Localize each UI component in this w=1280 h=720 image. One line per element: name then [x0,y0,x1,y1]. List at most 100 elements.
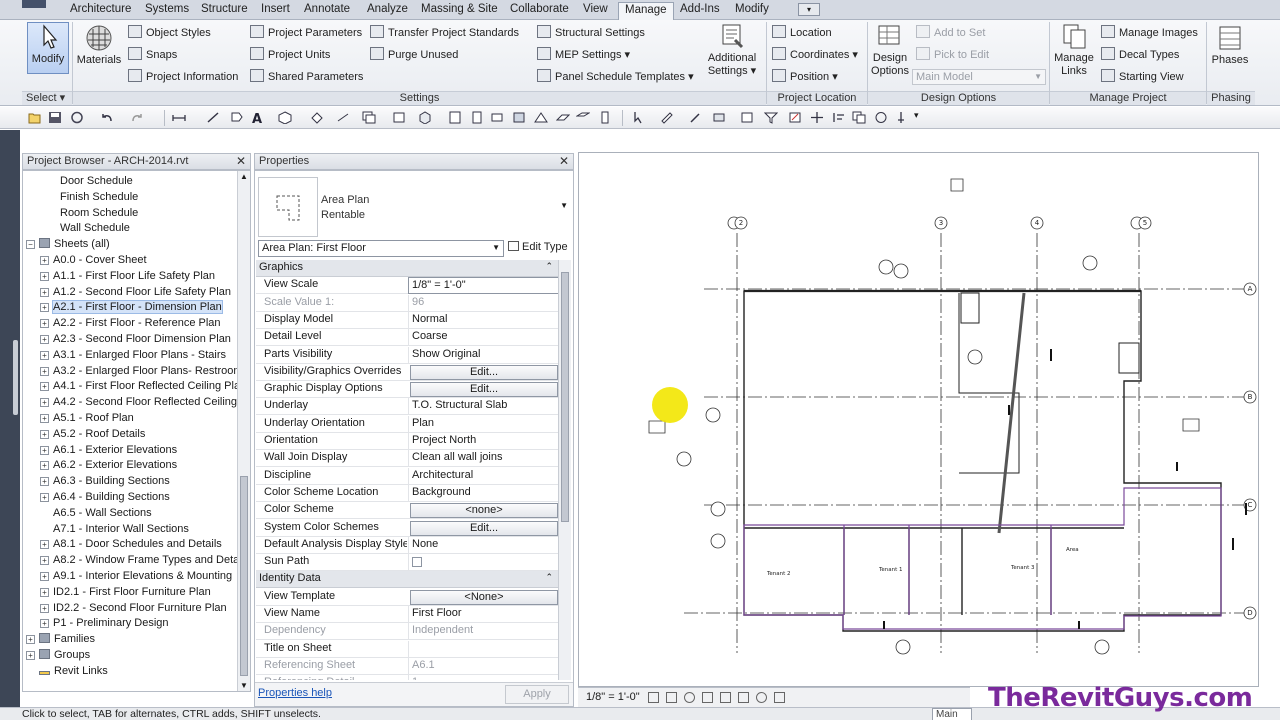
edit-type-button[interactable]: Edit Type [508,241,568,253]
expand-icon[interactable]: + [40,256,49,265]
text-icon[interactable]: A [250,111,264,124]
project-information-button[interactable]: Project Information [128,69,238,85]
apply-button[interactable]: Apply [505,685,569,704]
collapse-chevron-icon[interactable]: ⌃ [545,261,553,272]
scroll-up-arrow[interactable]: ▲ [240,172,248,181]
ribbon-minimize-dropdown[interactable]: ▾ [798,3,820,16]
tree-item[interactable]: + A8.1 - Door Schedules and Details [40,537,222,553]
property-value[interactable]: T.O. Structural Slab [408,398,560,416]
property-value[interactable]: Project North [408,433,560,450]
tree-item[interactable]: + A5.2 - Roof Details [40,427,145,443]
aligned-dimension-icon[interactable] [206,111,220,124]
select-by-face-icon[interactable] [712,111,726,124]
materials-button[interactable]: Materials [76,24,122,67]
wall-icon[interactable] [448,111,462,124]
show-crop-region-icon[interactable] [738,692,749,703]
purge-unused-button[interactable]: Purge Unused [370,47,458,63]
expand-icon[interactable]: + [40,398,49,408]
expand-icon[interactable]: + [40,303,49,313]
mep-settings-button[interactable]: MEP Settings ▾ [537,47,630,63]
coordinates-button[interactable]: Coordinates ▾ [772,47,858,63]
tree-item[interactable]: + A1.2 - Second Floor Life Safety Plan [40,285,231,301]
reveal-hidden-icon[interactable] [774,692,785,703]
tree-item[interactable]: Door Schedule [47,174,133,190]
tree-item[interactable]: Room Schedule [47,206,138,222]
tree-item[interactable]: + A2.3 - Second Floor Dimension Plan [40,332,231,348]
switch-windows-icon[interactable] [392,111,406,124]
save-icon[interactable] [48,111,62,124]
detail-level-icon[interactable] [648,692,659,703]
tab-architecture[interactable]: Architecture [70,3,131,15]
property-value[interactable] [408,640,560,658]
tab-annotate[interactable]: Annotate [304,3,350,15]
main-model-dropdown[interactable]: Main Model ▼ [912,69,1046,85]
expand-icon[interactable]: + [40,335,49,344]
property-value[interactable] [408,554,560,572]
collapse-icon[interactable]: − [26,240,35,250]
properties-help-link[interactable]: Properties help [258,687,332,699]
tab-analyze[interactable]: Analyze [367,3,408,15]
select-panel-title[interactable]: Select ▾ [22,91,72,105]
property-value[interactable]: Background [408,484,560,502]
tree-item[interactable]: − Sheets (all) [26,237,110,253]
close-icon[interactable]: ✕ [559,154,569,168]
property-value[interactable]: Show Original [408,346,560,364]
manage-links-button[interactable]: Manage Links [1052,22,1096,78]
property-group-header[interactable]: Identity Data ⌃ [256,571,561,589]
redo-icon[interactable] [130,111,144,124]
expand-icon[interactable]: + [26,635,35,645]
expand-icon[interactable]: + [40,587,49,597]
shadows-icon[interactable] [702,692,713,703]
tree-item[interactable]: + A8.2 - Window Frame Types and Deta [40,553,239,569]
tab-insert[interactable]: Insert [261,3,290,15]
sync-icon[interactable] [70,111,84,124]
property-value[interactable]: Plan [408,415,560,433]
close-icon[interactable]: ✕ [236,154,246,168]
tab-manage[interactable]: Manage [618,2,674,21]
expand-icon[interactable]: + [40,603,49,613]
property-edit-button[interactable]: <none> [410,503,558,519]
crop-view-icon[interactable] [720,692,731,703]
property-edit-button[interactable]: Edit... [410,364,558,380]
tree-item[interactable]: + A3.1 - Enlarged Floor Plans - Stairs [40,348,226,364]
3d-view-icon[interactable] [278,111,292,124]
tab-view[interactable]: View [583,3,608,15]
add-to-set-button[interactable]: Add to Set [916,25,985,41]
design-options-button[interactable]: Design Options [870,22,910,78]
tree-item[interactable]: + A4.2 - Second Floor Reflected Ceiling [40,395,237,411]
expand-icon[interactable]: + [40,350,49,360]
object-styles-button[interactable]: Object Styles [128,25,211,41]
tree-item[interactable]: + ID2.1 - First Floor Furniture Plan [40,585,211,601]
tab-add-ins[interactable]: Add-Ins [680,3,720,15]
status-main-model-dropdown[interactable]: Main Mo [932,708,972,720]
tree-item[interactable]: + A6.2 - Exterior Elevations [40,458,177,474]
thin-lines-icon[interactable] [336,111,350,124]
expand-icon[interactable]: + [40,271,49,281]
modify-button[interactable]: Modify [27,22,69,74]
tree-item[interactable]: + A0.0 - Cover Sheet [40,253,147,269]
tree-item[interactable]: + A6.1 - Exterior Elevations [40,443,177,459]
property-edit-button[interactable]: Edit... [410,520,558,536]
roof-icon[interactable] [534,111,548,124]
tree-item[interactable]: Wall Schedule [47,221,130,237]
pin-icon[interactable] [894,111,908,124]
scrollbar-thumb[interactable] [240,476,248,676]
section-icon[interactable] [310,111,324,124]
expand-icon[interactable]: + [40,461,49,471]
tree-item[interactable]: + A5.1 - Roof Plan [40,411,134,427]
tree-item[interactable]: + A6.3 - Building Sections [40,474,170,490]
align-icon[interactable] [832,111,846,124]
door-icon[interactable] [470,111,484,124]
expand-icon[interactable]: + [40,429,49,439]
phases-button[interactable]: Phases [1210,24,1250,67]
window-icon[interactable] [490,111,504,124]
expand-icon[interactable]: + [40,319,49,329]
tree-item[interactable]: + A4.1 - First Floor Reflected Ceiling Pl… [40,379,240,395]
tree-item[interactable]: + A9.1 - Interior Elevations & Mounting [40,569,232,585]
expand-icon[interactable]: + [40,493,49,502]
panel-schedule-templates-button[interactable]: Panel Schedule Templates ▾ [537,69,694,85]
snaps-button[interactable]: Snaps [128,47,177,63]
property-edit-button[interactable]: Edit... [410,382,558,398]
property-value[interactable]: 1/8" = 1'-0" [408,277,560,295]
expand-icon[interactable]: + [40,572,49,581]
